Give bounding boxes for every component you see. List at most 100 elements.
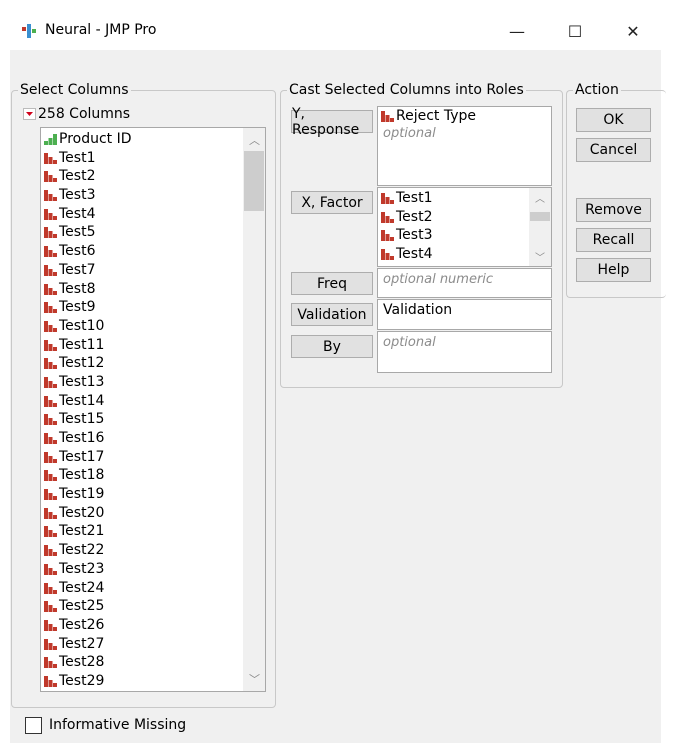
column-item[interactable]: Test9 (41, 298, 265, 317)
nominal-column-icon (44, 376, 57, 388)
column-item[interactable]: Test6 (41, 242, 265, 261)
y-placeholder: optional (383, 125, 436, 141)
scroll-thumb[interactable] (530, 212, 550, 221)
column-name: Test1 (59, 149, 96, 166)
column-item[interactable]: Test25 (41, 597, 265, 616)
nominal-column-icon (44, 638, 57, 650)
x-factor-button[interactable]: X, Factor (291, 191, 373, 214)
column-name: Test9 (59, 299, 96, 316)
nominal-column-icon (44, 601, 57, 613)
scroll-down-icon[interactable]: ﹀ (535, 249, 545, 264)
column-item[interactable]: Test26 (41, 616, 265, 635)
freq-box[interactable]: optional numeric (377, 268, 552, 298)
column-name: Test8 (59, 280, 96, 297)
column-item[interactable]: Test8 (41, 280, 265, 299)
validation-box[interactable]: Validation (377, 299, 552, 330)
cancel-button[interactable]: Cancel (576, 138, 651, 162)
column-item[interactable]: Test7 (41, 261, 265, 280)
column-count: 258 Columns (38, 106, 131, 122)
column-name: Test5 (59, 224, 96, 241)
nominal-column-icon (44, 320, 57, 332)
nominal-column-icon (44, 433, 57, 444)
x-factor-scrollbar[interactable]: ︿ ﹀ (529, 188, 551, 266)
column-name: Test27 (59, 635, 105, 652)
column-item[interactable]: Test12 (41, 354, 265, 373)
column-item[interactable]: Test21 (41, 522, 265, 541)
column-item[interactable]: Test3 (41, 186, 265, 205)
column-name: Test7 (59, 261, 96, 278)
help-button[interactable]: Help (576, 258, 651, 282)
role-item[interactable]: Reject Type (378, 107, 551, 126)
column-name: Test10 (59, 317, 105, 334)
column-item[interactable]: Test4 (41, 205, 265, 224)
column-item[interactable]: Test18 (41, 466, 265, 485)
x-factor-box[interactable]: Test1 Test2 Test3 Test4 ︿ ﹀ (377, 187, 552, 267)
y-response-button[interactable]: Y, Response (291, 106, 373, 138)
nominal-column-icon (44, 451, 57, 463)
column-item[interactable]: Test16 (41, 429, 265, 448)
column-item[interactable]: Test17 (41, 448, 265, 467)
nominal-column-icon (44, 563, 57, 575)
scroll-up-icon[interactable]: ︿ (535, 190, 545, 205)
column-item[interactable]: Test13 (41, 373, 265, 392)
role-item[interactable]: Test2 (378, 208, 551, 227)
column-item[interactable]: Test24 (41, 579, 265, 598)
ok-button[interactable]: OK (576, 108, 651, 132)
role-item-label: Test3 (396, 227, 433, 244)
column-item[interactable]: Test5 (41, 223, 265, 242)
nominal-column-icon (44, 507, 57, 519)
scroll-thumb[interactable] (244, 151, 264, 211)
nominal-column-icon (44, 208, 57, 220)
informative-missing-label: Informative Missing (49, 717, 187, 733)
nominal-column-icon (381, 193, 394, 204)
close-button[interactable]: ✕ (610, 14, 656, 48)
nominal-column-icon (44, 339, 57, 351)
nominal-column-icon (44, 414, 57, 426)
validation-button[interactable]: Validation (291, 303, 373, 326)
by-button[interactable]: By (291, 335, 373, 358)
column-item[interactable]: Test29 (41, 672, 265, 691)
column-item[interactable]: Test15 (41, 410, 265, 429)
column-item[interactable]: Test20 (41, 504, 265, 523)
column-item[interactable]: Test27 (41, 635, 265, 654)
column-item[interactable]: Test2 (41, 167, 265, 186)
remove-button[interactable]: Remove (576, 198, 651, 222)
column-item[interactable]: Test23 (41, 560, 265, 579)
column-name: Test28 (59, 654, 105, 671)
roles-label: Cast Selected Columns into Roles (287, 81, 526, 99)
role-item[interactable]: Test4 (378, 245, 551, 264)
nominal-column-icon (44, 582, 57, 594)
column-item[interactable]: Test10 (41, 317, 265, 336)
column-item[interactable]: Test28 (41, 653, 265, 672)
maximize-button[interactable]: ☐ (552, 14, 598, 48)
role-item[interactable]: Test3 (378, 226, 551, 245)
scroll-down-icon[interactable]: ﹀ (249, 671, 260, 687)
role-item[interactable]: Test1 (378, 189, 551, 208)
column-item[interactable]: Test1 (41, 149, 265, 168)
minimize-button[interactable]: — (494, 14, 540, 48)
column-name: Test17 (59, 448, 105, 465)
column-name: Test22 (59, 542, 105, 559)
scroll-up-icon[interactable]: ︿ (249, 132, 260, 148)
disclosure-triangle-icon[interactable] (23, 108, 36, 120)
column-item[interactable]: Test11 (41, 336, 265, 355)
freq-button[interactable]: Freq (291, 272, 373, 295)
column-name: Test29 (59, 672, 105, 689)
column-list[interactable]: Product ID Test1 Test2 Test3 Test4 Test5 Test6… (40, 127, 266, 692)
y-response-box[interactable]: Reject Type optional (377, 106, 552, 186)
column-item[interactable]: Test19 (41, 485, 265, 504)
column-name: Product ID (59, 131, 132, 147)
column-name: Test15 (59, 411, 105, 428)
column-item[interactable]: Product ID (41, 130, 265, 149)
by-box[interactable]: optional (377, 331, 552, 373)
column-item[interactable]: Test14 (41, 392, 265, 411)
nominal-column-icon (44, 545, 57, 557)
title-bar: Neural - JMP Pro — ☐ ✕ (0, 0, 680, 50)
recall-button[interactable]: Recall (576, 228, 651, 252)
informative-missing-checkbox[interactable] (25, 717, 42, 734)
column-item[interactable]: Test22 (41, 541, 265, 560)
nominal-column-icon (44, 675, 57, 687)
nominal-column-icon (44, 171, 57, 183)
column-list-scrollbar[interactable]: ︿ ﹀ (243, 128, 265, 691)
column-name: Test21 (59, 523, 105, 540)
